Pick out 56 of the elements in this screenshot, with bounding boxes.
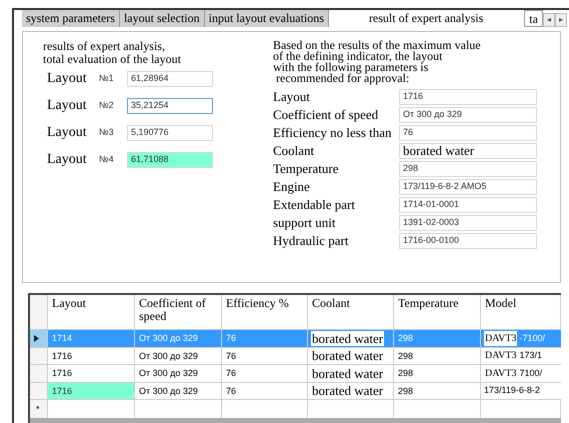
layout-label: Layout <box>47 70 88 88</box>
tab[interactable]: input layout evaluations <box>204 10 329 27</box>
value-field[interactable]: 1716-00-0100 <box>399 232 537 248</box>
value-field[interactable]: 1391-02-0003 <box>399 214 537 230</box>
current-row-icon <box>34 334 39 342</box>
description-text: recommended for approval: <box>276 73 410 84</box>
parameter-label: Coefficient of speed <box>273 106 380 124</box>
parameter-label: Extendable part <box>273 196 356 214</box>
parameter-label: Layout <box>273 88 311 106</box>
value-field[interactable]: borated water <box>399 142 537 158</box>
value-field[interactable]: 35,21254 <box>127 98 213 114</box>
layout-number: №2 <box>99 98 115 112</box>
parameter-label: Efficiency no less than <box>273 124 393 142</box>
table-cell-text: 7100/ <box>519 366 542 380</box>
value-field[interactable]: 61,28964 <box>127 70 213 86</box>
value-field[interactable]: 76 <box>399 124 537 140</box>
tab[interactable]: system parameters <box>22 10 120 27</box>
layout-number: №1 <box>99 72 115 85</box>
value-field[interactable]: 5,190776 <box>127 124 213 140</box>
model-prefix: DAVT3 <box>484 330 518 346</box>
tab[interactable]: layout selection <box>120 10 205 27</box>
heading-text: total evaluation of the layout <box>43 53 182 66</box>
tab-scroll-button[interactable]: ▸ <box>554 13 567 27</box>
heading-text: results of expert analysis, <box>43 40 166 53</box>
table-cell-text: -7100/ <box>519 332 546 344</box>
tab-scroll-button[interactable]: ◂ <box>542 13 555 27</box>
value-field[interactable]: От 300 до 329 <box>399 106 537 122</box>
value-field[interactable]: 173/119-6-8-2 AMO5 <box>399 178 537 194</box>
table-cell: borated water <box>311 330 384 346</box>
value-field[interactable]: 298 <box>399 160 537 176</box>
model-prefix: DAVT3 <box>484 366 518 381</box>
table-cell-text: 173/1 <box>519 349 542 362</box>
table-cell: borated water <box>311 348 384 364</box>
model-prefix: DAVT3 <box>484 349 518 364</box>
parameter-label: Temperature <box>273 160 340 178</box>
parameter-label: Hydraulic part <box>273 232 350 250</box>
layout-label: Layout <box>47 124 88 142</box>
value-field[interactable]: 1716 <box>399 88 537 104</box>
row-header[interactable] <box>30 330 48 348</box>
table-cell: 1716 <box>48 382 135 400</box>
description-text: with the following parameters is <box>273 62 428 73</box>
parameter-label: support unit <box>273 214 336 232</box>
parameter-label: Coolant <box>273 142 316 160</box>
layout-number: №4 <box>99 152 115 166</box>
layout-label: Layout <box>47 97 88 115</box>
table-cell: borated water <box>311 383 384 398</box>
value-field[interactable]: 61,71088 <box>127 152 213 168</box>
parameter-label: Engine <box>273 178 311 196</box>
description-text: Based on the results of the maximum value <box>273 40 482 51</box>
new-row-marker: * <box>30 400 48 418</box>
description-text: of the defining indicator, the layout <box>273 51 442 62</box>
layout-number: №3 <box>99 126 115 139</box>
layout-label: Layout <box>47 151 88 169</box>
value-field[interactable]: 1714-01-0001 <box>399 196 537 212</box>
table-cell-text: 173/119-6-8-2 <box>484 384 540 397</box>
tab[interactable]: ta <box>524 10 543 27</box>
